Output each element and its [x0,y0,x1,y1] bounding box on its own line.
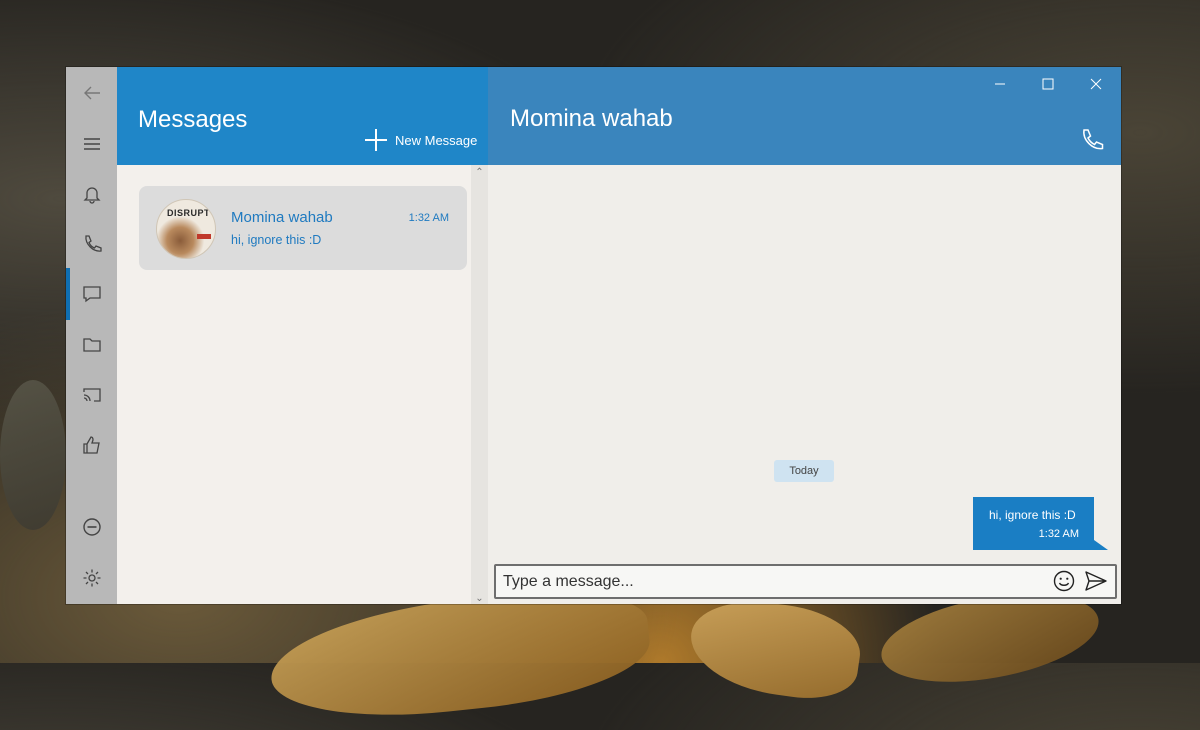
feedback-button[interactable] [66,425,117,465]
app-window: Messages New Message DISRUPT Momina waha… [66,67,1121,604]
message-text: hi, ignore this :D [989,508,1076,522]
avatar-text: DISRUPT [167,208,211,218]
send-icon[interactable] [1085,571,1107,591]
cast-button[interactable] [66,375,117,415]
list-header: Messages New Message [117,67,488,165]
maximize-icon [1042,78,1054,90]
menu-button[interactable] [66,124,117,164]
back-button[interactable] [66,73,117,113]
conversation-list: DISRUPT Momina wahab 1:32 AM hi, ignore … [117,165,488,604]
list-item[interactable]: DISRUPT Momina wahab 1:32 AM hi, ignore … [139,186,467,270]
conversation-preview: hi, ignore this :D [231,233,322,247]
nav-rail [66,67,117,604]
thumbs-up-icon [82,436,100,454]
maximize-button[interactable] [1025,67,1071,101]
block-icon [82,518,101,536]
message-composer [494,564,1117,599]
settings-button[interactable] [66,558,117,598]
close-button[interactable] [1073,67,1119,101]
files-button[interactable] [66,325,117,365]
folder-icon [82,338,101,352]
calls-button[interactable] [66,224,117,264]
chat-icon [82,286,101,303]
notifications-button[interactable] [66,174,117,214]
background-leaf [0,380,66,530]
minimize-icon [995,83,1005,85]
message-input[interactable] [501,570,1045,594]
chat-title: Momina wahab [510,105,673,132]
chat-area: Today hi, ignore this :D 1:32 AM [488,165,1121,604]
scroll-up-icon[interactable]: ⌃ [474,167,485,178]
emoji-icon[interactable] [1053,570,1075,592]
bell-icon [82,187,101,204]
page-title: Messages [138,106,248,133]
close-icon [1090,78,1102,90]
messages-button[interactable] [66,274,117,314]
back-arrow-icon [83,86,100,100]
minimize-button[interactable] [977,67,1023,101]
call-button[interactable] [1079,127,1105,153]
new-message-button[interactable]: New Message [365,129,477,151]
conversation-name: Momina wahab [231,209,333,226]
new-message-label: New Message [395,132,478,148]
background-leaf [684,592,866,706]
date-separator: Today [774,460,834,482]
scroll-down-icon[interactable]: ⌄ [474,593,485,604]
block-button[interactable] [66,507,117,547]
hamburger-menu-icon [83,138,100,150]
cast-icon [82,388,101,402]
phone-icon [84,235,102,252]
message-bubble-outgoing[interactable]: hi, ignore this :D 1:32 AM [973,497,1108,550]
gear-icon [83,569,100,587]
conversation-time: 1:32 AM [408,212,449,224]
message-time: 1:32 AM [1038,528,1079,540]
avatar: DISRUPT [156,199,216,259]
list-scrollbar[interactable]: ⌃ ⌄ [471,165,488,604]
plus-icon [365,129,387,151]
avatar-tag [197,234,211,239]
chat-header: Momina wahab [488,67,1121,165]
